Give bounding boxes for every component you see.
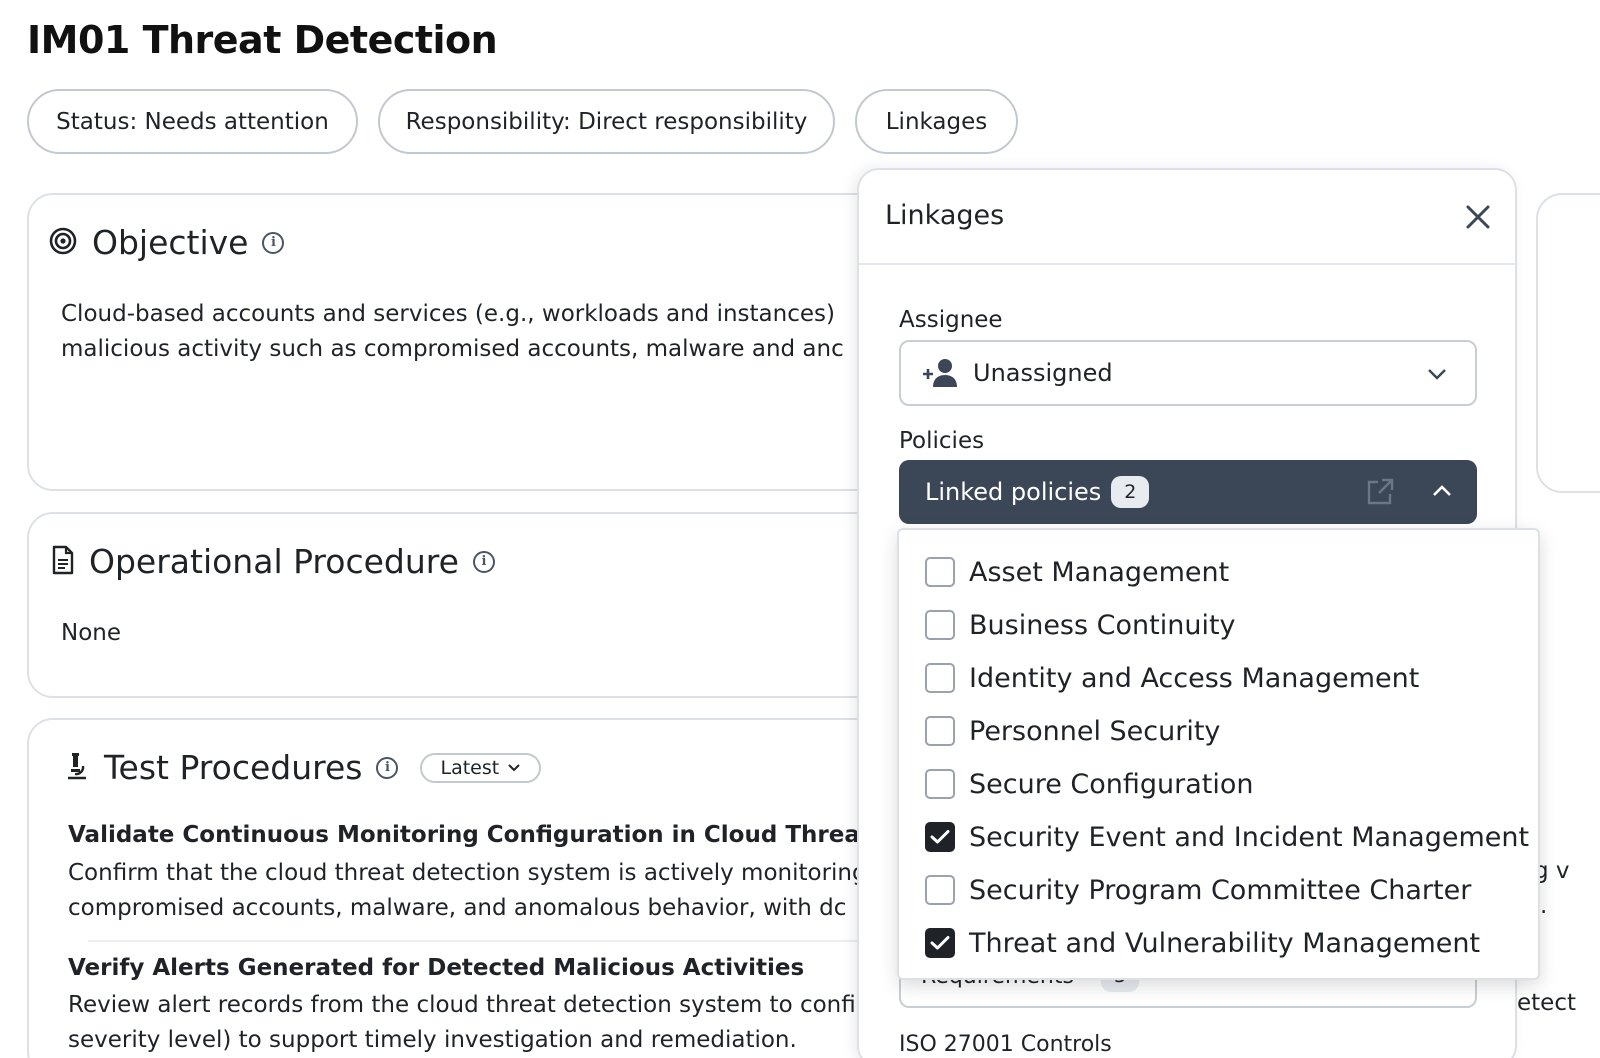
operational-header: Operational Procedure i <box>51 542 495 581</box>
operational-title: Operational Procedure <box>89 542 459 581</box>
operational-text: None <box>61 620 122 646</box>
check-icon <box>930 936 950 950</box>
microscope-icon <box>64 752 90 784</box>
count-badge: 2 <box>1111 476 1150 508</box>
policy-option-label: Secure Configuration <box>969 768 1254 800</box>
policies-label: Policies <box>899 428 985 454</box>
policy-option-label: Security Event and Incident Management <box>969 821 1530 853</box>
check-icon <box>930 830 950 844</box>
checkbox[interactable] <box>925 610 955 640</box>
policy-option-label: Security Program Committee Charter <box>969 874 1472 906</box>
checkbox[interactable] <box>925 928 955 958</box>
side-card <box>1536 193 1600 493</box>
checkbox[interactable] <box>925 822 955 852</box>
chevron-up-icon <box>1433 485 1451 496</box>
policy-option-label: Threat and Vulnerability Management <box>969 927 1481 959</box>
policy-option[interactable]: Business Continuity <box>925 605 1236 645</box>
test-item-title: Verify Alerts Generated for Detected Mal… <box>68 955 805 981</box>
checkbox[interactable] <box>925 716 955 746</box>
objective-text-line-2: malicious activity such as compromised a… <box>61 336 844 362</box>
chevron-down-icon <box>1428 369 1446 380</box>
side-text-fragment: etect <box>1517 990 1576 1016</box>
policy-option[interactable]: Identity and Access Management <box>925 658 1419 698</box>
version-label: Latest <box>440 756 500 779</box>
objective-header: Objective i <box>48 223 285 262</box>
objective-text-line-1: Cloud-based accounts and services (e.g.,… <box>61 301 835 327</box>
policy-option-label: Asset Management <box>969 556 1230 588</box>
linkages-pill[interactable]: Linkages <box>855 89 1018 154</box>
test-item-desc: compromised accounts, malware, and anoma… <box>68 895 847 921</box>
iso-controls-label: ISO 27001 Controls <box>899 1032 1112 1057</box>
checkbox[interactable] <box>925 663 955 693</box>
policies-dropdown: Asset Management Business Continuity Ide… <box>897 528 1540 980</box>
status-pill[interactable]: Status: Needs attention <box>27 89 358 154</box>
checkbox[interactable] <box>925 769 955 799</box>
test-header: Test Procedures i Latest <box>64 748 542 787</box>
divider <box>88 940 868 942</box>
close-icon[interactable] <box>1463 202 1493 232</box>
policy-option[interactable]: Asset Management <box>925 552 1229 592</box>
test-item-desc: Review alert records from the cloud thre… <box>68 992 856 1018</box>
policy-option-label: Personnel Security <box>969 715 1221 747</box>
assignee-select[interactable]: Unassigned <box>899 340 1477 406</box>
page-title: IM01 Threat Detection <box>27 18 498 62</box>
document-icon <box>51 545 75 579</box>
chevron-down-icon <box>508 763 520 771</box>
test-item-desc: Confirm that the cloud threat detection … <box>68 860 867 886</box>
test-item-title: Validate Continuous Monitoring Configura… <box>68 822 941 848</box>
policy-option[interactable]: Personnel Security <box>925 711 1220 751</box>
responsibility-pill[interactable]: Responsibility: Direct responsibility <box>378 89 835 154</box>
policy-option[interactable]: Threat and Vulnerability Management <box>925 923 1480 963</box>
policy-option[interactable]: Security Event and Incident Management <box>925 817 1529 857</box>
version-select[interactable]: Latest <box>420 752 542 783</box>
checkbox[interactable] <box>925 875 955 905</box>
assignee-label: Assignee <box>899 307 1003 333</box>
panel-title: Linkages <box>885 200 1005 231</box>
policy-option-label: Business Continuity <box>969 609 1236 641</box>
test-procedures-title: Test Procedures <box>104 748 363 787</box>
info-icon[interactable]: i <box>472 550 495 573</box>
linked-policies-toggle[interactable]: Linked policies 2 <box>899 460 1477 524</box>
test-item-desc: severity level) to support timely invest… <box>68 1027 797 1053</box>
policy-option[interactable]: Security Program Committee Charter <box>925 870 1471 910</box>
objective-title: Objective <box>92 223 249 262</box>
info-icon[interactable]: i <box>376 756 399 779</box>
info-icon[interactable]: i <box>262 231 285 254</box>
external-link-icon[interactable] <box>1364 476 1396 508</box>
linked-policies-label: Linked policies <box>925 478 1102 506</box>
target-icon <box>48 226 78 260</box>
policy-option[interactable]: Secure Configuration <box>925 764 1254 804</box>
panel-divider <box>859 263 1515 265</box>
assignee-value: Unassigned <box>973 359 1113 387</box>
side-text-fragment: . <box>1540 893 1548 919</box>
add-person-icon <box>923 359 957 387</box>
checkbox[interactable] <box>925 557 955 587</box>
policy-option-label: Identity and Access Management <box>969 662 1420 694</box>
